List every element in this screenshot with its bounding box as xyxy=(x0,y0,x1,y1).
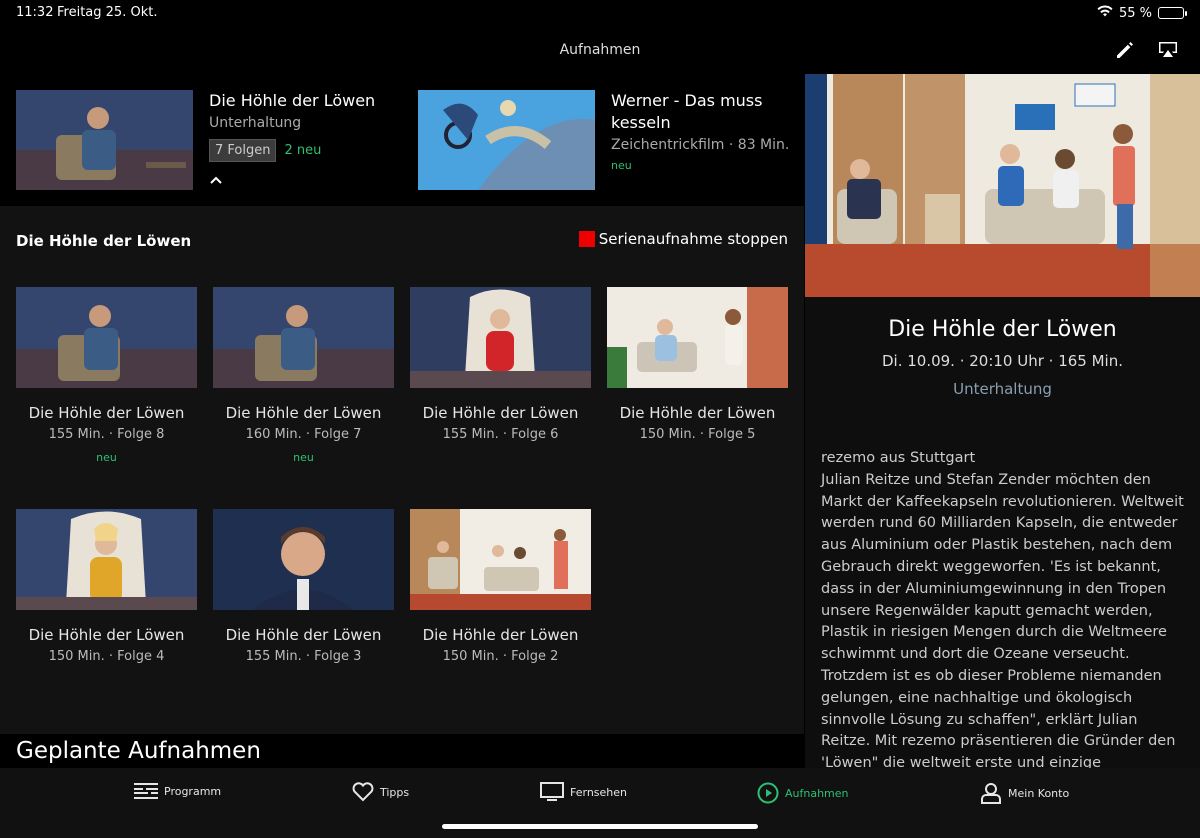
tab-label: Programm xyxy=(164,784,222,798)
episode-thumbnail xyxy=(16,509,197,610)
status-bar: 11:32 Freitag 25. Okt. 55 % xyxy=(0,0,1200,26)
episode-thumbnail xyxy=(410,509,591,610)
episode-thumbnail xyxy=(213,287,394,388)
stop-icon xyxy=(578,231,595,247)
detail-description: rezemo aus Stuttgart Julian Reitze und S… xyxy=(821,450,1184,768)
episode-title: Die Höhle der Löwen xyxy=(225,626,382,644)
episode-title: Die Höhle der Löwen xyxy=(225,404,382,422)
user-icon xyxy=(981,783,1001,804)
recording-genre: Unterhaltung xyxy=(209,115,302,131)
episode-thumbnail xyxy=(410,287,591,388)
recording-info: Die Höhle der Löwen Unterhaltung 7 Folge… xyxy=(209,90,389,189)
stop-series-label: Serienaufnahme stoppen xyxy=(598,230,788,248)
detail-hero-image xyxy=(805,74,1200,297)
episode-meta: 150 Min. · Folge 5 xyxy=(639,427,756,442)
episode-meta: 150 Min. · Folge 2 xyxy=(442,649,559,664)
recording-title: Werner - Das muss kesseln xyxy=(611,91,763,132)
recording-info: Werner - Das muss kesseln Zeichentrickfi… xyxy=(611,90,791,172)
recordings-list: Die Höhle der Löwen Unterhaltung 7 Folge… xyxy=(0,74,804,768)
new-badge: neu xyxy=(96,451,117,464)
episode-thumbnail xyxy=(607,287,788,388)
planned-heading: Geplante Aufnahmen xyxy=(16,738,261,764)
tab-tipps[interactable]: Tipps xyxy=(352,782,409,802)
episode-meta: 155 Min. · Folge 8 xyxy=(48,427,165,442)
tab-label: Aufnahmen xyxy=(785,786,849,800)
episode-thumbnail xyxy=(213,509,394,610)
episode-meta: 160 Min. · Folge 7 xyxy=(245,427,362,442)
status-time: 11:32 xyxy=(16,5,54,20)
status-date: Freitag 25. Okt. xyxy=(57,5,158,20)
tab-aufnahmen[interactable]: Aufnahmen xyxy=(757,782,849,804)
episode-meta: 155 Min. · Folge 6 xyxy=(442,427,559,442)
tab-programm[interactable]: Programm xyxy=(134,782,221,800)
new-badge: neu xyxy=(293,451,314,464)
nav-bar: Aufnahmen xyxy=(0,26,1200,74)
tab-mein-konto[interactable]: Mein Konto xyxy=(980,782,1069,804)
series-section: Die Höhle der Löwen Serienaufnahme stopp… xyxy=(0,206,804,734)
pencil-icon xyxy=(1117,42,1133,58)
recording-title: Die Höhle der Löwen xyxy=(209,91,376,110)
detail-meta: Di. 10.09. · 20:10 Uhr · 165 Min. xyxy=(881,352,1123,370)
planned-section: Geplante Aufnahmen xyxy=(0,734,804,768)
new-count: 2 neu xyxy=(284,143,322,158)
detail-genre: Unterhaltung xyxy=(953,380,1052,398)
episode-title: Die Höhle der Löwen xyxy=(422,626,579,644)
chevron-up-icon[interactable] xyxy=(209,170,389,189)
tab-label: Fernsehen xyxy=(570,785,628,799)
program-guide-icon xyxy=(134,783,158,799)
episode-card[interactable]: Die Höhle der Löwen 155 Min. · Folge 6 xyxy=(410,287,591,442)
episode-meta: 155 Min. · Folge 3 xyxy=(245,649,362,664)
episode-card[interactable]: Die Höhle der Löwen 150 Min. · Folge 5 xyxy=(607,287,788,442)
airplay-button[interactable] xyxy=(1155,38,1181,62)
wifi-icon xyxy=(1097,5,1113,21)
edit-button[interactable] xyxy=(1112,38,1138,62)
episode-title: Die Höhle der Löwen xyxy=(28,404,185,422)
episode-title: Die Höhle der Löwen xyxy=(28,626,185,644)
episode-card[interactable]: Die Höhle der Löwen 155 Min. · Folge 8 n… xyxy=(16,287,197,464)
episode-title: Die Höhle der Löwen xyxy=(619,404,776,422)
recordings-row: Die Höhle der Löwen Unterhaltung 7 Folge… xyxy=(0,74,804,206)
battery-percent: 55 % xyxy=(1118,5,1152,21)
new-badge: neu xyxy=(611,159,632,172)
episode-card[interactable]: Die Höhle der Löwen 150 Min. · Folge 4 xyxy=(16,509,197,664)
recording-thumbnail xyxy=(16,90,193,190)
play-circle-icon xyxy=(757,782,779,804)
tv-icon xyxy=(540,782,564,801)
episode-meta: 150 Min. · Folge 4 xyxy=(48,649,165,664)
detail-pane: Die Höhle der Löwen Di. 10.09. · 20:10 U… xyxy=(805,74,1200,768)
episode-card[interactable]: Die Höhle der Löwen 150 Min. · Folge 2 xyxy=(410,509,591,664)
status-right: 55 % xyxy=(1097,5,1187,21)
episodes-badge: 7 Folgen xyxy=(209,139,277,162)
recording-genre: Zeichentrickfilm · 83 Min. xyxy=(611,137,790,153)
episode-title: Die Höhle der Löwen xyxy=(422,404,579,422)
page-title: Aufnahmen xyxy=(559,42,641,58)
tab-fernsehen[interactable]: Fernsehen xyxy=(540,782,627,802)
detail-title: Die Höhle der Löwen xyxy=(888,317,1117,342)
tab-label: Mein Konto xyxy=(1008,786,1070,800)
episode-thumbnail xyxy=(16,287,197,388)
episode-card[interactable]: Die Höhle der Löwen 155 Min. · Folge 3 xyxy=(213,509,394,664)
series-heading: Die Höhle der Löwen xyxy=(16,232,192,250)
airplay-icon xyxy=(1159,42,1177,57)
home-indicator[interactable] xyxy=(442,824,758,829)
episode-card[interactable]: Die Höhle der Löwen 160 Min. · Folge 7 n… xyxy=(213,287,394,464)
battery-icon xyxy=(1158,7,1187,19)
recording-thumbnail xyxy=(418,90,595,190)
stop-series-recording-button[interactable]: Serienaufnahme stoppen xyxy=(578,230,788,248)
tab-label: Tipps xyxy=(380,785,410,799)
heart-icon xyxy=(352,782,374,802)
